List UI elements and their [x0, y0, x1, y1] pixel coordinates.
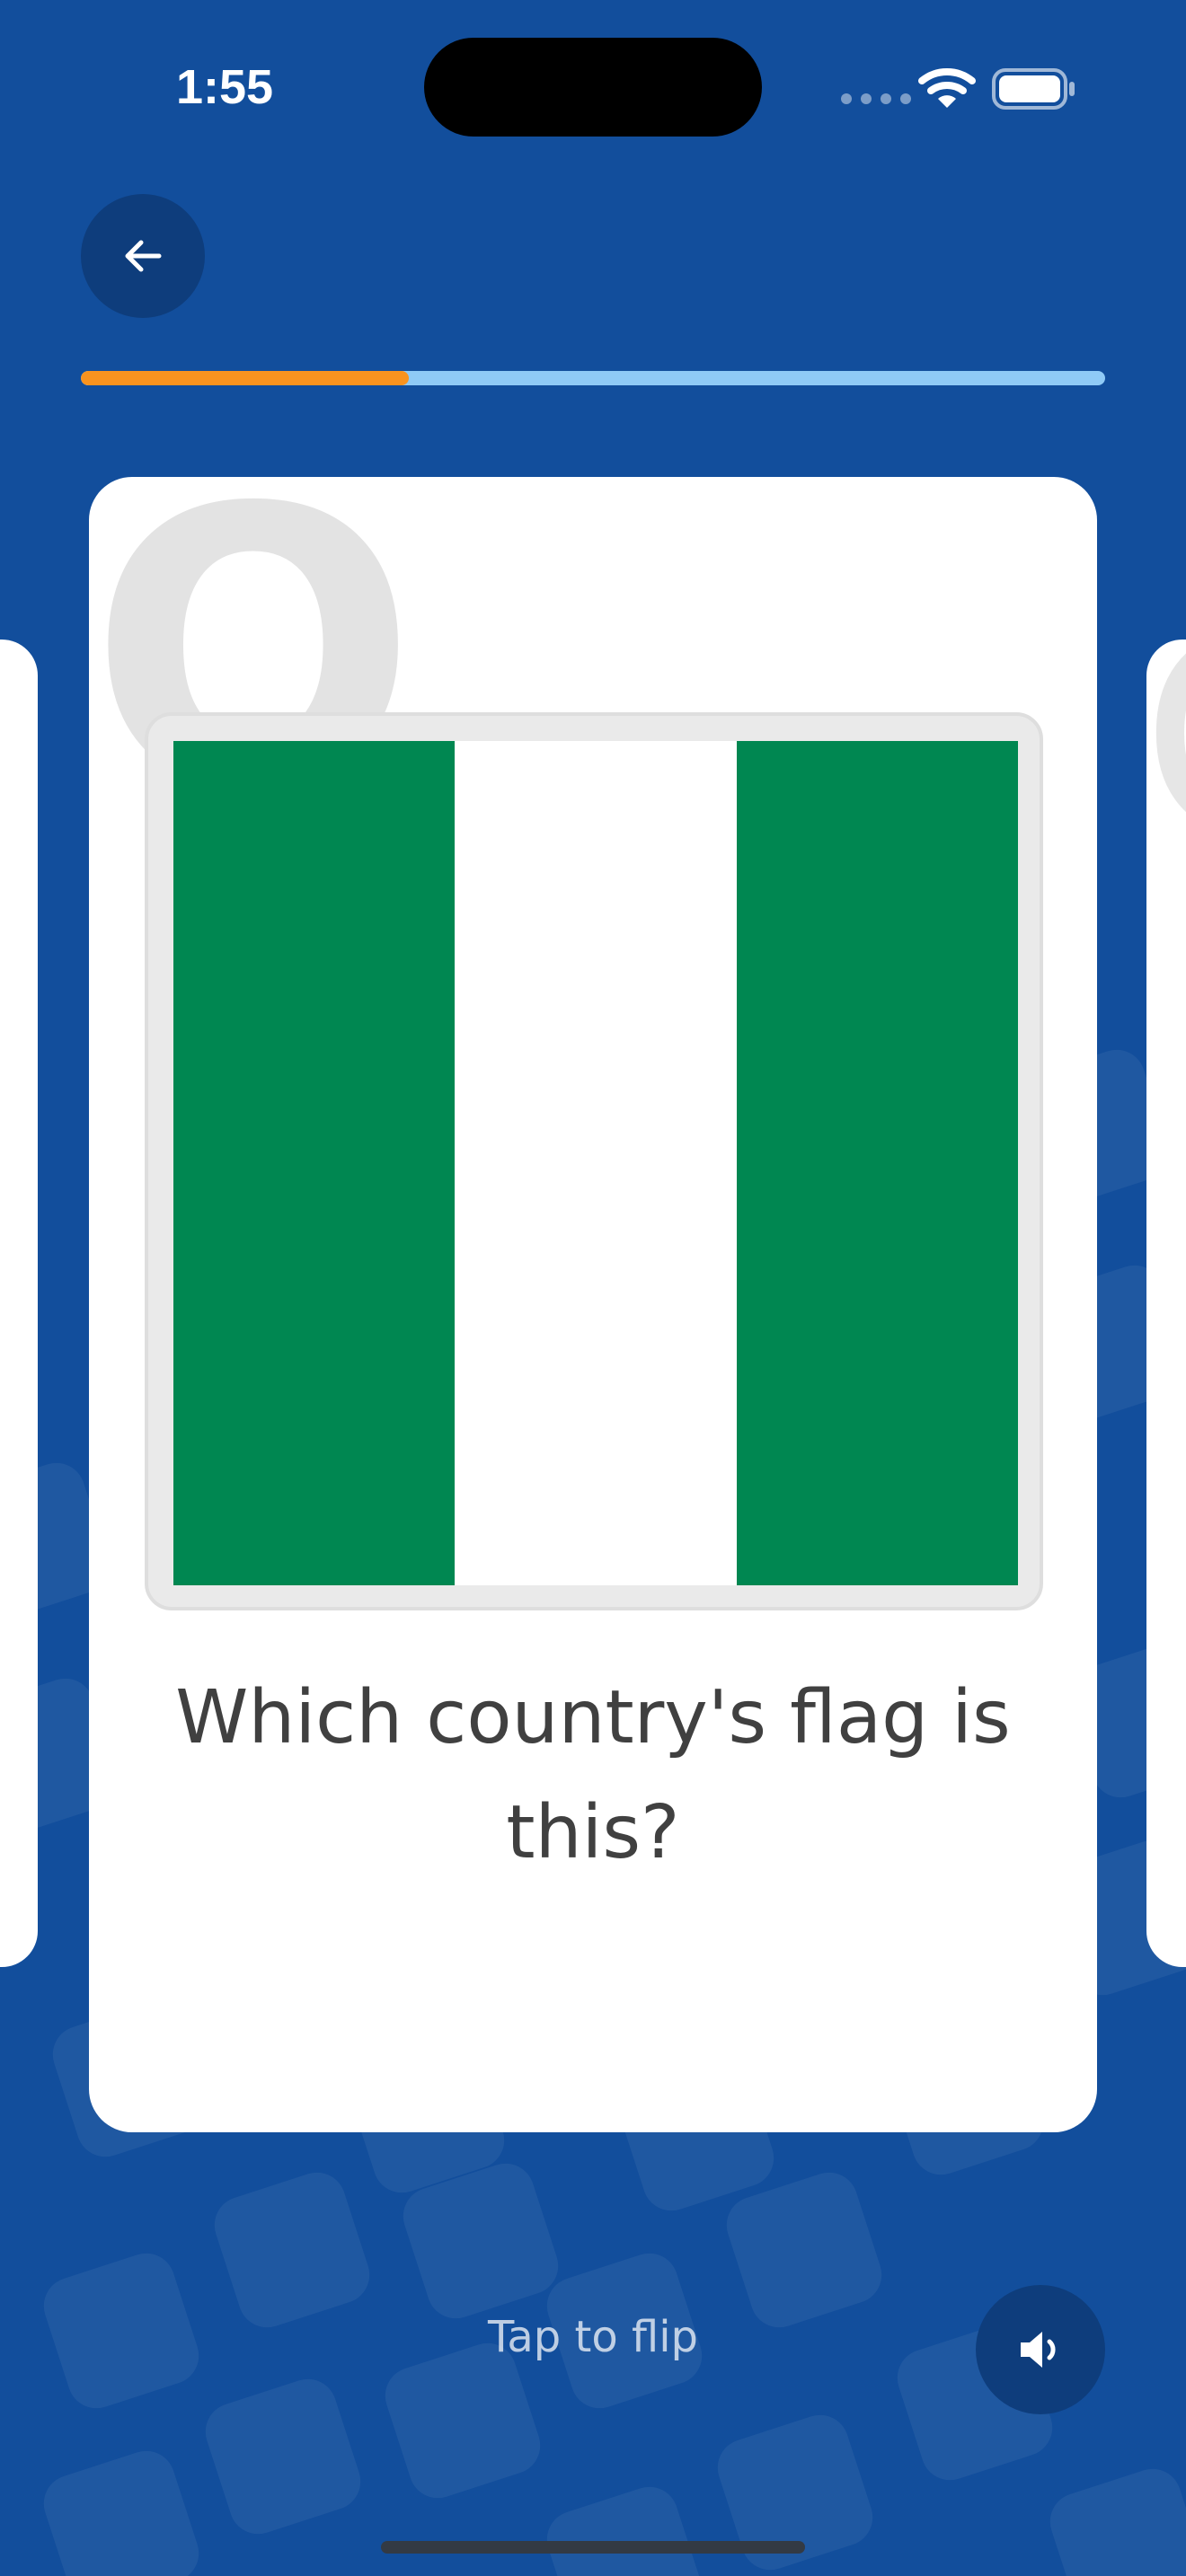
flag-stripe [173, 741, 456, 1585]
previous-card[interactable] [0, 640, 38, 1967]
flag-image [173, 741, 1018, 1585]
wifi-icon [918, 66, 976, 113]
next-card[interactable]: Q [1146, 640, 1186, 1967]
progress-fill [81, 371, 409, 385]
back-arrow-icon [125, 240, 162, 272]
flashcard[interactable]: Q Which country's flag is this? [89, 477, 1097, 2132]
tap-to-flip-hint: Tap to flip [488, 2312, 698, 2362]
battery-icon [992, 68, 1076, 113]
flag-image-frame [145, 712, 1043, 1610]
status-time: 1:55 [176, 60, 274, 114]
sound-button[interactable] [976, 2285, 1105, 2414]
speaker-icon [1021, 2332, 1056, 2368]
flag-stripe [736, 741, 1018, 1585]
back-button[interactable] [81, 194, 205, 318]
next-card-badge: Q [1146, 640, 1186, 873]
home-indicator [381, 2541, 805, 2554]
flag-stripe [455, 741, 737, 1585]
question-text: Which country's flag is this? [175, 1675, 1011, 1875]
progress-bar [81, 371, 1105, 385]
dynamic-island [424, 38, 762, 137]
cellular-signal-icon [841, 93, 911, 104]
